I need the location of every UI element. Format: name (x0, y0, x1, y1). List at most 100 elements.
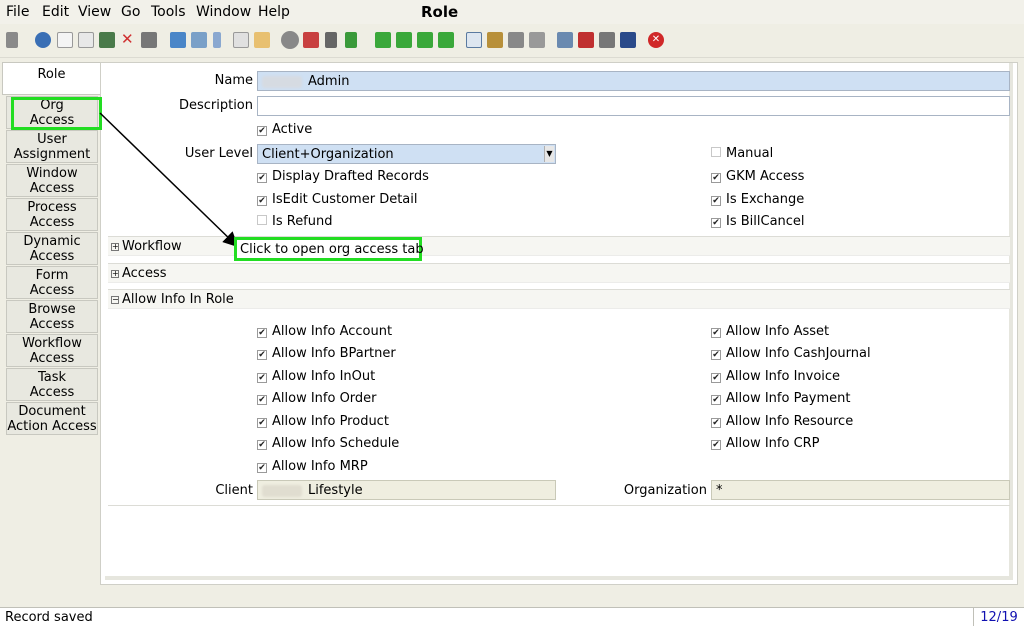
tab-label: Process (27, 200, 77, 215)
attachment-icon[interactable] (213, 32, 221, 48)
tab-label: Access (29, 215, 75, 230)
tab-process-access[interactable]: Process Access (6, 198, 98, 231)
archive-icon[interactable] (487, 32, 503, 48)
undo-icon[interactable] (6, 32, 18, 48)
find-icon[interactable] (191, 32, 207, 48)
display-drafted-checkbox[interactable]: Display Drafted Records (257, 169, 429, 184)
tab-task-access[interactable]: Task Access (6, 368, 98, 401)
tab-dynamic-access[interactable]: Dynamic Access (6, 232, 98, 265)
exit-icon[interactable]: ✕ (648, 32, 664, 48)
isedit-customer-label: IsEdit Customer Detail (272, 192, 418, 207)
allow-info-order-checkbox[interactable]: Allow Info Order (257, 391, 377, 406)
product-info-icon[interactable] (620, 32, 636, 48)
ignore-icon[interactable] (141, 32, 157, 48)
zoom-across-icon[interactable] (557, 32, 573, 48)
annotation-callout: Click to open org access tab (234, 237, 424, 261)
allow-info-crp-checkbox[interactable]: Allow Info CRP (711, 436, 820, 451)
tab-role[interactable]: Role (2, 62, 100, 95)
section-allow-info[interactable]: − Allow Info In Role (108, 289, 1010, 309)
workflow-icon[interactable] (578, 32, 594, 48)
client-field: Lifestyle (257, 480, 556, 500)
refresh-icon[interactable] (170, 32, 186, 48)
home-icon[interactable] (303, 32, 319, 48)
allow-info-asset-checkbox[interactable]: Allow Info Asset (711, 324, 829, 339)
last-record-icon[interactable] (438, 32, 454, 48)
menu-edit[interactable]: Edit (42, 4, 69, 20)
back-icon[interactable] (325, 32, 337, 48)
section-access[interactable]: + Access (108, 263, 1010, 283)
collapse-icon: − (111, 295, 119, 304)
menu-file[interactable]: File (6, 4, 29, 20)
divider (108, 505, 1010, 506)
toolbar: ✕ ✕ (0, 26, 1024, 58)
allow-info-cashjournal-checkbox[interactable]: Allow Info CashJournal (711, 346, 871, 361)
menu-help[interactable]: Help (258, 4, 290, 20)
allow-info-resource-checkbox[interactable]: Allow Info Resource (711, 414, 853, 429)
redacted-prefix (262, 484, 302, 497)
allow-info-product-checkbox[interactable]: Allow Info Product (257, 414, 389, 429)
menu-go[interactable]: Go (121, 4, 140, 20)
copy-icon[interactable] (78, 32, 94, 48)
chevron-down-icon[interactable]: ▼ (544, 146, 554, 162)
organization-field: * (711, 480, 1010, 500)
user-level-select[interactable]: Client+Organization ▼ (257, 144, 556, 164)
print-preview-icon[interactable] (529, 32, 545, 48)
tab-label: Task (37, 370, 67, 385)
tab-label: Access (29, 351, 75, 366)
user-level-label: User Level (184, 146, 253, 161)
checkbox-label: Allow Info Account (272, 324, 393, 339)
request-icon[interactable] (599, 32, 615, 48)
first-record-icon[interactable] (375, 32, 391, 48)
status-bar: Record saved 12/19 (0, 607, 1024, 626)
allow-info-mrp-checkbox[interactable]: Allow Info MRP (257, 459, 368, 474)
tab-browse-access[interactable]: Browse Access (6, 300, 98, 333)
forward-icon[interactable] (345, 32, 357, 48)
allow-info-invoice-checkbox[interactable]: Allow Info Invoice (711, 369, 840, 384)
is-exchange-label: Is Exchange (726, 192, 805, 207)
history-icon[interactable] (254, 32, 270, 48)
save-icon[interactable] (99, 32, 115, 48)
chat-icon[interactable] (233, 32, 249, 48)
tab-form-access[interactable]: Form Access (6, 266, 98, 299)
allow-info-schedule-checkbox[interactable]: Allow Info Schedule (257, 436, 399, 451)
delete-icon[interactable]: ✕ (121, 32, 137, 48)
tab-label: Form (35, 268, 69, 283)
checkbox-label: Allow Info Payment (726, 391, 851, 406)
record-count[interactable]: 12/19 (973, 608, 1024, 626)
checkbox-label: Allow Info Resource (726, 414, 854, 429)
description-field[interactable] (257, 96, 1010, 116)
form-view-icon[interactable] (466, 32, 482, 48)
tab-document-action-access[interactable]: Document Action Access (6, 402, 98, 435)
new-icon[interactable] (57, 32, 73, 48)
allow-info-bpartner-checkbox[interactable]: Allow Info BPartner (257, 346, 396, 361)
menu-view[interactable]: View (78, 4, 111, 20)
allow-info-payment-checkbox[interactable]: Allow Info Payment (711, 391, 850, 406)
organization-label: Organization (623, 483, 707, 498)
is-billcancel-checkbox[interactable]: Is BillCancel (711, 214, 805, 229)
menu-window[interactable]: Window (196, 4, 251, 20)
tab-label: Access (29, 385, 75, 400)
tab-label: User (37, 132, 67, 147)
print-icon[interactable] (508, 32, 524, 48)
menu-tools[interactable]: Tools (151, 4, 186, 20)
tab-label: Action Access (7, 419, 97, 434)
is-refund-label: Is Refund (272, 214, 333, 229)
isedit-customer-checkbox[interactable]: IsEdit Customer Detail (257, 192, 418, 207)
help-icon[interactable] (35, 32, 51, 48)
previous-record-icon[interactable] (396, 32, 412, 48)
name-field[interactable]: Admin (257, 71, 1010, 91)
tab-workflow-access[interactable]: Workflow Access (6, 334, 98, 367)
tab-label: Dynamic (23, 234, 81, 249)
tab-user-assignment[interactable]: User Assignment (6, 130, 98, 163)
report-icon[interactable] (281, 31, 299, 49)
next-record-icon[interactable] (417, 32, 433, 48)
client-label: Client (215, 483, 253, 498)
is-refund-checkbox[interactable]: Is Refund (257, 214, 333, 229)
tab-window-access[interactable]: Window Access (6, 164, 98, 197)
is-exchange-checkbox[interactable]: Is Exchange (711, 192, 804, 207)
gkm-access-checkbox[interactable]: GKM Access (711, 169, 804, 184)
allow-info-inout-checkbox[interactable]: Allow Info InOut (257, 369, 375, 384)
manual-checkbox[interactable]: Manual (711, 146, 773, 161)
allow-info-account-checkbox[interactable]: Allow Info Account (257, 324, 392, 339)
active-checkbox[interactable]: Active (257, 122, 312, 137)
